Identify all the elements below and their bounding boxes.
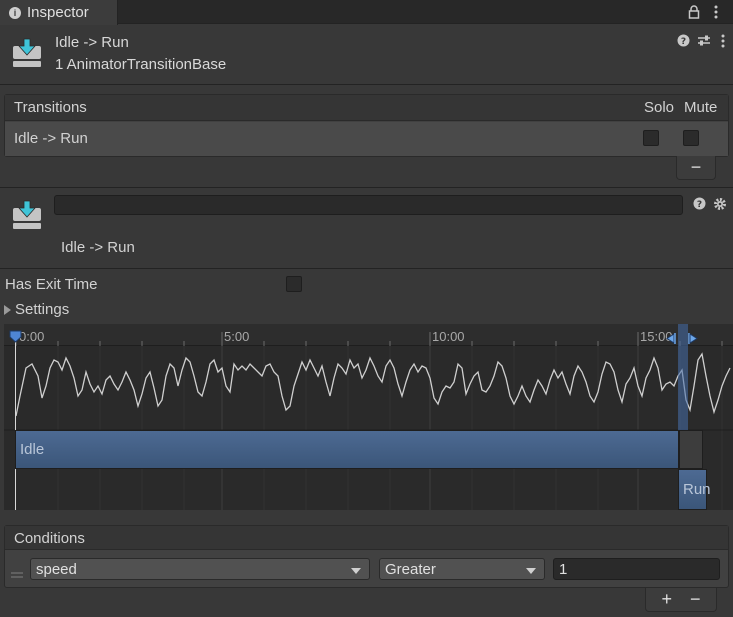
remove-condition-button[interactable]: −	[690, 589, 701, 610]
foldout-arrow-icon	[4, 304, 11, 315]
has-exit-time-checkbox[interactable]	[286, 276, 302, 292]
ruler-tick-label: 0:00	[19, 329, 45, 344]
condition-buttons: + −	[645, 588, 717, 612]
object-type: 1 AnimatorTransitionBase	[55, 56, 227, 73]
chevron-down-icon	[526, 568, 536, 574]
condition-threshold-field[interactable]: 1	[553, 558, 720, 580]
ruler-tick-label: 10:00	[432, 329, 465, 344]
condition-threshold-value: 1	[559, 560, 568, 578]
chevron-down-icon	[351, 568, 361, 574]
divider	[0, 268, 733, 269]
drag-handle-icon[interactable]	[11, 565, 23, 581]
condition-mode-dropdown[interactable]: Greater	[379, 558, 545, 580]
window-menu-icon[interactable]	[713, 5, 719, 22]
help-icon[interactable]: ?	[693, 197, 706, 213]
transition-start-marker-icon[interactable]	[666, 331, 676, 347]
transition-caption: Idle -> Run	[61, 239, 135, 256]
transitions-title: Transitions	[14, 99, 87, 116]
transitions-header	[5, 95, 728, 121]
conditions-header	[5, 526, 728, 550]
solo-checkbox[interactable]	[643, 130, 659, 146]
svg-text:?: ?	[681, 37, 686, 47]
condition-parameter-dropdown[interactable]: speed	[30, 558, 370, 580]
info-icon: i	[9, 6, 21, 19]
help-icon[interactable]: ?	[677, 34, 690, 50]
transition-icon	[12, 38, 42, 68]
run-state-label: Run	[683, 481, 711, 498]
component-menu-icon[interactable]	[720, 34, 726, 51]
transition-row[interactable]	[5, 122, 728, 156]
ruler-tick-label: 5:00	[224, 329, 250, 344]
mute-column-label: Mute	[684, 99, 718, 116]
has-exit-time-label: Has Exit Time	[5, 276, 98, 293]
lock-icon[interactable]	[688, 5, 700, 22]
ruler-minor-ticks	[15, 332, 723, 346]
divider	[0, 187, 733, 188]
preset-icon[interactable]	[697, 34, 711, 50]
divider	[0, 84, 733, 85]
playhead-line	[15, 334, 16, 510]
condition-mode-value: Greater	[385, 560, 436, 578]
settings-label: Settings	[15, 301, 70, 318]
add-condition-button[interactable]: +	[661, 589, 672, 610]
remove-transition-button[interactable]: −	[676, 156, 716, 180]
svg-text:?: ?	[697, 200, 702, 210]
run-state-bar[interactable]: Run	[678, 469, 711, 510]
conditions-title: Conditions	[14, 530, 85, 547]
tab-label: Inspector	[27, 4, 89, 21]
transition-end-marker-icon[interactable]	[688, 331, 698, 347]
parameter-waveform	[15, 352, 731, 417]
condition-parameter-value: speed	[36, 560, 77, 578]
solo-column-label: Solo	[644, 99, 675, 116]
playhead-handle-icon[interactable]	[9, 330, 22, 346]
mute-checkbox[interactable]	[683, 130, 699, 146]
transition-name-input[interactable]	[54, 195, 683, 215]
idle-state-bar[interactable]: Idle	[15, 430, 679, 469]
transition-row-label: Idle -> Run	[14, 130, 88, 147]
idle-exit-region	[679, 430, 703, 469]
transition-icon	[12, 200, 42, 230]
gear-icon[interactable]	[713, 197, 727, 214]
object-name: Idle -> Run	[55, 34, 129, 51]
idle-state-label: Idle	[20, 441, 45, 458]
tab-inspector[interactable]: i Inspector	[0, 0, 118, 25]
settings-foldout[interactable]: Settings	[4, 301, 69, 318]
